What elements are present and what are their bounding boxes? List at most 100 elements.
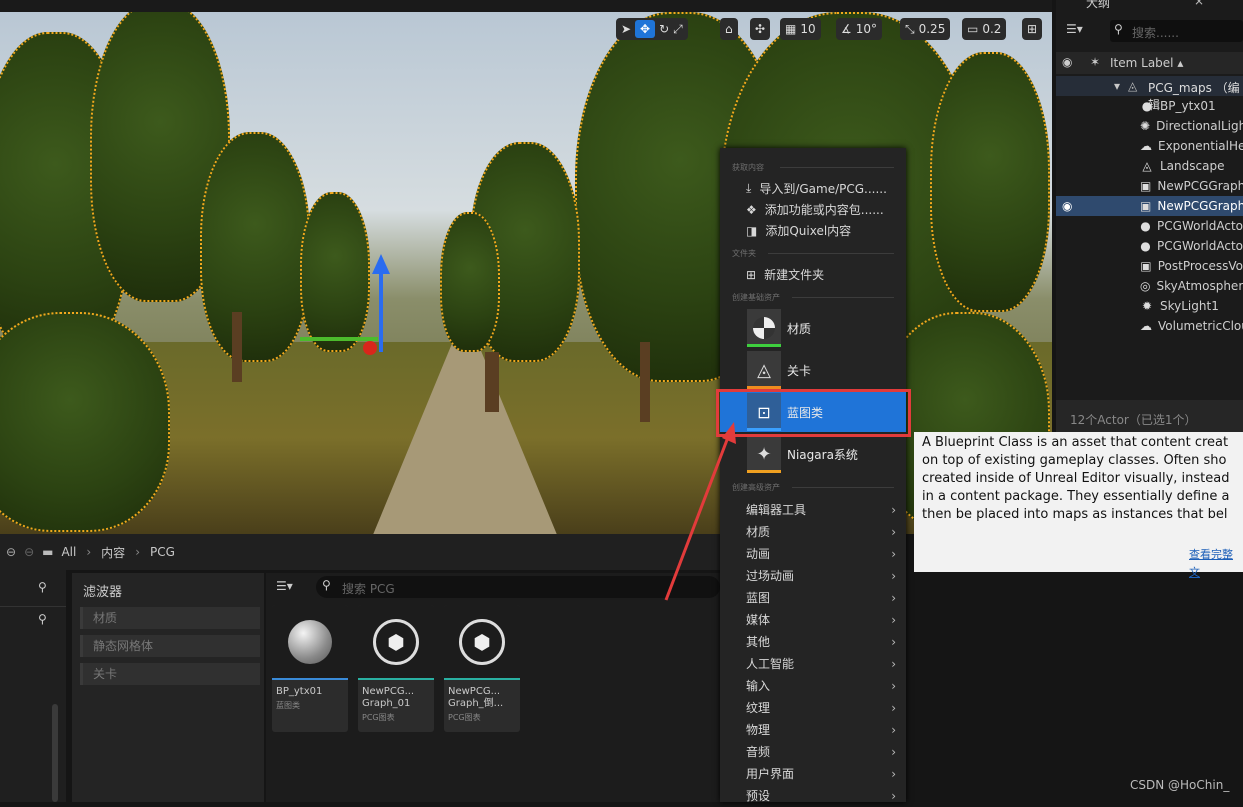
asset-name: NewPCG... Graph_01 — [362, 686, 415, 709]
select-tool-icon[interactable]: ➤ — [621, 22, 631, 36]
outliner-row-label: NewPCGGraph — [1157, 179, 1243, 193]
submenu-item[interactable]: 其他 › — [746, 631, 896, 653]
menu-material[interactable]: 材质 — [747, 308, 912, 348]
submenu-item[interactable]: 输入 › — [746, 675, 896, 697]
scale-tool-icon[interactable]: ⤢ — [673, 22, 683, 37]
filter-icon[interactable]: ☰▾ — [1066, 22, 1083, 36]
asset-tile[interactable]: ⬢ NewPCG... Graph_倒... PCG图表 — [444, 605, 520, 732]
breadcrumb-all[interactable]: All — [61, 545, 76, 559]
outliner-tab[interactable]: 大纲 — [1086, 0, 1110, 11]
asset-tile[interactable]: ⬢ NewPCG... Graph_01 PCG图表 — [358, 605, 434, 732]
asset-name: NewPCG... Graph_倒... — [448, 686, 504, 709]
menu-new-folder[interactable]: ⊞ 新建文件夹 — [746, 266, 824, 283]
filter-material[interactable]: 材质 — [80, 607, 260, 629]
outliner-row[interactable]: ● PCGWorldActo — [1056, 236, 1243, 256]
outliner-panel: 大纲 × ☰▾ ⚲ 搜索...... ◉ ✶ Item Label ▴ ▾ ◬ … — [1056, 0, 1243, 432]
submenu-item[interactable]: 纹理 › — [746, 697, 896, 719]
scrollbar[interactable] — [52, 704, 58, 802]
grid-snap-control[interactable]: ▦ 10 — [780, 18, 821, 40]
submenu-item[interactable]: 编辑器工具 › — [746, 499, 896, 521]
submenu-item[interactable]: 媒体 › — [746, 609, 896, 631]
divider — [792, 297, 894, 298]
tooltip-full-doc-link[interactable]: 查看完整文 — [1189, 546, 1243, 582]
camera-speed-control[interactable]: ▭ 0.2 — [962, 18, 1007, 40]
rotate-tool-icon[interactable]: ↻ — [659, 22, 669, 36]
chevron-right-icon: › — [891, 547, 896, 561]
submenu-item[interactable]: 蓝图 › — [746, 587, 896, 609]
outliner-search-input[interactable]: ⚲ 搜索...... — [1110, 20, 1243, 42]
outliner-row[interactable]: ◉ ▣ NewPCGGraph — [1056, 196, 1243, 216]
outliner-row[interactable]: ☁ ExponentialHei — [1056, 136, 1243, 156]
submenu-item-label: 媒体 — [746, 613, 771, 627]
breadcrumb-separator-icon: › — [135, 545, 140, 559]
menu-add-quixel[interactable]: ◨ 添加Quixel内容 — [746, 222, 851, 239]
chevron-down-icon[interactable]: ▾ — [1114, 79, 1120, 93]
item-label-column[interactable]: Item Label ▴ — [1110, 56, 1183, 70]
close-tab-icon[interactable]: × — [1194, 0, 1204, 8]
rotation-snap-value: 10° — [855, 22, 878, 36]
outliner-row[interactable]: ☁ VolumetricClou — [1056, 316, 1243, 336]
menu-niagara[interactable]: ✦ Niagara系统 — [747, 434, 912, 474]
submenu-item[interactable]: 动画 › — [746, 543, 896, 565]
camera-icon: ▭ — [967, 22, 979, 36]
outliner-row[interactable]: ◬ Landscape — [1056, 156, 1243, 176]
breadcrumb-content[interactable]: 内容 — [101, 544, 125, 561]
move-tool-icon[interactable]: ✥ — [635, 20, 656, 38]
filter-static-mesh[interactable]: 静态网格体 — [80, 635, 260, 657]
menu-import[interactable]: ⤓ 导入到/Game/PCG...... — [746, 180, 887, 197]
submenu-item[interactable]: 预设 › — [746, 785, 896, 807]
chevron-right-icon: › — [891, 723, 896, 737]
blueprint-tooltip: A Blueprint Class is an asset that conte… — [914, 432, 1243, 579]
submenu-item[interactable]: 用户界面 › — [746, 763, 896, 785]
submenu-item[interactable]: 人工智能 › — [746, 653, 896, 675]
menu-add-quixel-label: 添加Quixel内容 — [765, 224, 852, 238]
outliner-row[interactable]: ▣ NewPCGGraph — [1056, 176, 1243, 196]
visibility-column-icon[interactable]: ◉ — [1062, 55, 1072, 69]
outliner-row[interactable]: ✺ DirectionalLight — [1056, 116, 1243, 136]
pin-column-icon[interactable]: ✶ — [1090, 55, 1100, 69]
outliner-row[interactable]: ● PCGWorldActo — [1056, 216, 1243, 236]
visibility-eye-icon[interactable]: ◉ — [1062, 199, 1072, 213]
menu-add-feature[interactable]: ❖ 添加功能或内容包...... — [746, 201, 884, 218]
menu-level[interactable]: ◬ 关卡 — [747, 350, 912, 390]
divider — [780, 167, 894, 168]
pcg-graph-thumbnail: ⬢ — [444, 605, 520, 680]
back-icon[interactable]: ⊖ — [6, 545, 16, 559]
outliner-row[interactable]: ✹ SkyLight1 — [1056, 296, 1243, 316]
new-folder-icon: ⊞ — [746, 267, 757, 282]
submenu-item[interactable]: 过场动画 › — [746, 565, 896, 587]
gizmo-z-axis[interactable] — [379, 272, 383, 352]
submenu-item[interactable]: 材质 › — [746, 521, 896, 543]
submenu-item[interactable]: 物理 › — [746, 719, 896, 741]
world-local-toggle[interactable]: ⌂ — [720, 18, 738, 40]
breadcrumb-separator-icon: › — [86, 545, 92, 559]
surface-snap-toggle[interactable]: ✣ — [750, 18, 771, 40]
transform-tools-group: ➤ ✥ ↻ ⤢ — [616, 18, 688, 40]
rotation-snap-control[interactable]: ∡ 10° — [836, 18, 883, 40]
scale-snap-icon: ⤡ — [905, 21, 915, 36]
gizmo-z-arrow[interactable] — [372, 254, 390, 274]
filter-icon[interactable]: ☰▾ — [276, 579, 293, 593]
quixel-icon: ◨ — [746, 223, 758, 238]
search-icon[interactable]: ⚲ — [38, 612, 47, 626]
tree-trunk — [232, 312, 242, 382]
outliner-header: ◉ ✶ Item Label ▴ — [1056, 52, 1243, 74]
search-icon[interactable]: ⚲ — [38, 580, 47, 594]
outliner-row[interactable]: ● BP_ytx01 — [1056, 96, 1243, 116]
asset-tile[interactable]: BP_ytx01 蓝图类 — [272, 605, 348, 732]
gizmo-y-axis[interactable] — [300, 337, 378, 341]
filter-level[interactable]: 关卡 — [80, 663, 260, 685]
outliner-root-row[interactable]: ▾ ◬ PCG_maps （编辑 — [1056, 76, 1243, 112]
viewport-layout-button[interactable]: ⊞ — [1022, 18, 1043, 40]
tooltip-body: A Blueprint Class is an asset that conte… — [922, 434, 1243, 524]
outliner-row[interactable]: ◎ SkyAtmosphere — [1056, 276, 1243, 296]
section-basic-assets: 创建基础资产 — [732, 293, 780, 302]
niagara-color-bar — [747, 470, 781, 473]
gizmo-x-axis[interactable] — [363, 341, 377, 355]
breadcrumb-pcg[interactable]: PCG — [150, 545, 175, 559]
submenu-item-label: 过场动画 — [746, 569, 795, 583]
forward-icon[interactable]: ⊖ — [24, 545, 34, 559]
submenu-item[interactable]: 音频 › — [746, 741, 896, 763]
scale-snap-control[interactable]: ⤡ 0.25 — [900, 18, 951, 40]
outliner-row[interactable]: ▣ PostProcessVo — [1056, 256, 1243, 276]
